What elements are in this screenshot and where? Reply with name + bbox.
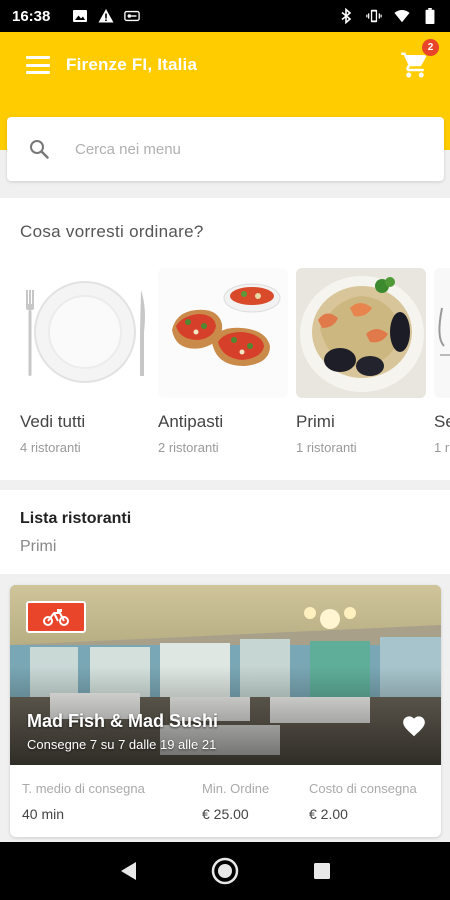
category-count: 1 ristoranti — [296, 440, 357, 455]
home-icon — [211, 857, 239, 885]
battery-icon — [425, 8, 435, 24]
back-button[interactable] — [113, 856, 143, 886]
status-right — [338, 8, 438, 24]
list-title: Lista ristoranti — [20, 510, 132, 527]
category-count: 1 r — [434, 440, 450, 455]
list-header: Lista ristoranti Primi — [0, 490, 450, 574]
min-order-label: Min. Ordine — [202, 781, 270, 796]
delivery-cost-label: Costo di consegna — [309, 781, 417, 796]
category-count: 2 ristoranti — [158, 440, 219, 455]
category-item-all[interactable]: Vedi tutti 4 ristoranti — [20, 268, 150, 455]
scooter-icon — [43, 609, 69, 626]
restaurant-list-section: Lista ristoranti Primi Mad Fish & Mad Su… — [0, 490, 450, 842]
cart-count-badge: 2 — [421, 38, 440, 57]
vpn-key-icon — [124, 10, 141, 22]
wifi-icon — [394, 10, 410, 23]
recents-button[interactable] — [307, 856, 337, 886]
restaurant-card[interactable]: Mad Fish & Mad Sushi Consegne 7 su 7 dal… — [10, 585, 441, 837]
restaurant-hours: Consegne 7 su 7 dalle 19 alle 21 — [27, 737, 217, 752]
category-count: 4 ristoranti — [20, 440, 81, 455]
recents-icon — [313, 863, 330, 879]
category-name: Antipasti — [158, 412, 224, 431]
restaurant-info: T. medio di consegna 40 min Min. Ordine … — [10, 765, 441, 822]
home-button[interactable] — [210, 856, 240, 886]
category-item-antipasti[interactable]: Antipasti 2 ristoranti — [158, 268, 288, 455]
delivery-time-col: T. medio di consegna 40 min — [22, 781, 202, 822]
category-name: Vedi tutti — [20, 412, 86, 431]
search-bar[interactable] — [7, 117, 444, 181]
image-icon — [73, 10, 88, 22]
category-section: Cosa vorresti ordinare? Vedi tutti 4 ris… — [0, 198, 450, 480]
delivery-badge — [26, 601, 86, 633]
delivery-cost-value: € 2.00 — [309, 806, 348, 822]
min-order-value: € 25.00 — [202, 806, 249, 822]
delivery-time-label: T. medio di consegna — [22, 781, 145, 796]
restaurant-photo: Mad Fish & Mad Sushi Consegne 7 su 7 dal… — [10, 585, 441, 765]
delivery-cost-col: Costo di consegna € 2.00 — [309, 781, 417, 822]
warning-icon — [98, 9, 114, 23]
delivery-time-value: 40 min — [22, 806, 65, 822]
status-left: 16:38 — [12, 7, 141, 25]
seafood-pasta-photo — [296, 268, 426, 398]
min-order-col: Min. Ordine € 25.00 — [202, 781, 309, 822]
app-bar-row: Firenze FI, Italia 2 — [0, 32, 450, 98]
list-filter: Primi — [20, 538, 57, 555]
menu-icon[interactable] — [26, 56, 50, 74]
cart-button[interactable]: 2 — [400, 38, 440, 80]
location-title[interactable]: Firenze FI, Italia — [66, 55, 197, 75]
plate-icon — [20, 268, 150, 398]
status-bar: 16:38 — [0, 0, 450, 32]
bruschetta-photo — [158, 268, 288, 398]
category-list[interactable]: Vedi tutti 4 ristoranti Antipasti 2 rist… — [20, 268, 450, 455]
back-icon — [121, 862, 137, 880]
restaurant-name: Mad Fish & Mad Sushi — [27, 711, 219, 731]
category-name: Primi — [296, 412, 335, 431]
category-heading: Cosa vorresti ordinare? — [20, 222, 204, 241]
partial-category-photo — [434, 268, 450, 398]
search-input[interactable] — [75, 140, 395, 158]
status-time: 16:38 — [12, 7, 51, 25]
system-nav-bar — [0, 842, 450, 900]
category-item-primi[interactable]: Primi 1 ristoranti — [296, 268, 426, 455]
heart-icon[interactable] — [401, 713, 427, 737]
category-item-partial[interactable]: Se 1 r — [434, 268, 450, 455]
category-name: Se — [434, 412, 450, 431]
bluetooth-icon — [341, 8, 352, 24]
search-icon — [30, 140, 49, 159]
vibrate-icon — [366, 9, 382, 23]
